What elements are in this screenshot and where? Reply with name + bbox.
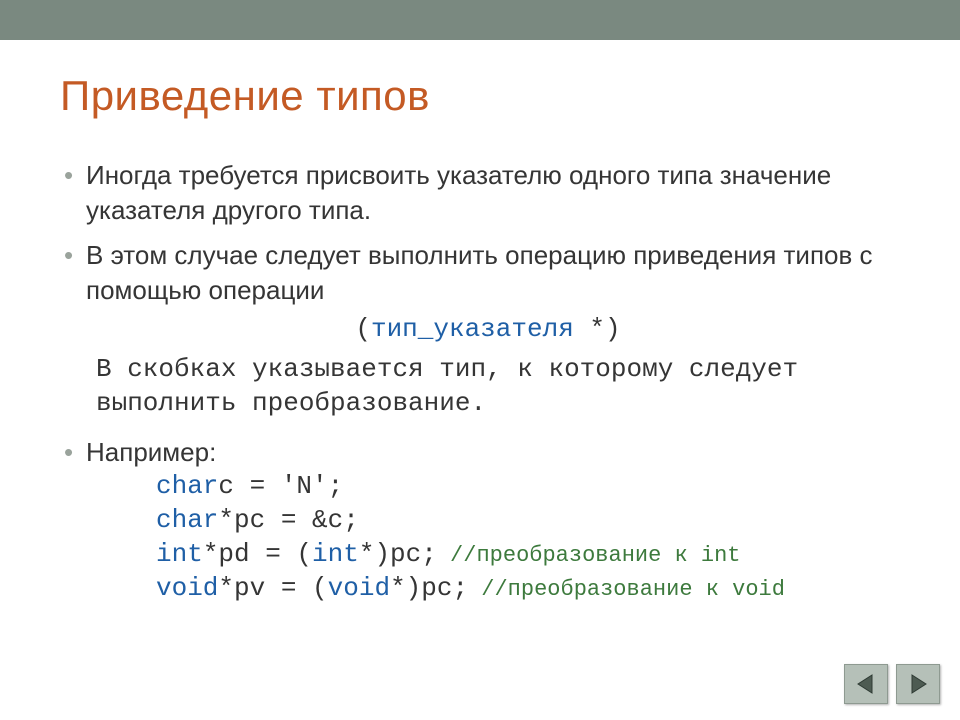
paren-open: ( (355, 314, 371, 344)
code-l4-rest: *)pc; (390, 573, 468, 603)
code-line-4: void*pv = (void*)pc; //преобразование к … (156, 572, 890, 606)
kw-char-2: char (156, 505, 218, 535)
slide: Приведение типов Иногда требуется присво… (0, 0, 960, 720)
code-l4-comment: //преобразование к void (468, 577, 785, 602)
bullet-3: Например: charc = 'N'; char*pc = &c; int… (60, 435, 890, 605)
kw-char-1: char (156, 471, 218, 501)
kw-int-1: int (156, 539, 203, 569)
code-l3-rest: *)pc; (359, 539, 437, 569)
code-l2-rest: *pc = &c; (218, 505, 358, 535)
bullet-3-text: Например: (86, 437, 216, 467)
top-bar (0, 0, 960, 40)
code-line-2: char*pc = &c; (156, 504, 890, 538)
cast-rest: *) (574, 314, 621, 344)
slide-body: Иногда требуется присвоить указателю одн… (60, 158, 890, 615)
code-l3-comment: //преобразование к int (437, 543, 741, 568)
prev-button[interactable] (844, 664, 888, 704)
cast-note: В скобках указывается тип, к которому сл… (86, 353, 890, 421)
kw-int-2: int (312, 539, 359, 569)
code-l4-mid: *pv = ( (218, 573, 327, 603)
bullet-2: В этом случае следует выполнить операцию… (60, 238, 890, 421)
code-line-3: int*pd = (int*)pc; //преобразование к in… (156, 538, 890, 572)
next-button[interactable] (896, 664, 940, 704)
bullet-list: Иногда требуется присвоить указателю одн… (60, 158, 890, 605)
kw-void-1: void (156, 573, 218, 603)
cast-keyword: тип_указателя (371, 314, 574, 344)
navigation (844, 664, 940, 704)
slide-title: Приведение типов (60, 72, 430, 120)
arrow-right-icon (906, 672, 930, 696)
code-l3-mid: *pd = ( (203, 539, 312, 569)
arrow-left-icon (854, 672, 878, 696)
code-l1-rest: c = 'N'; (218, 471, 343, 501)
bullet-1-text: Иногда требуется присвоить указателю одн… (86, 160, 831, 225)
cast-expression: (тип_указателя *) (86, 312, 890, 347)
code-block: charc = 'N'; char*pc = &c; int*pd = (int… (86, 470, 890, 605)
bullet-1: Иногда требуется присвоить указателю одн… (60, 158, 890, 228)
bullet-2-text: В этом случае следует выполнить операцию… (86, 240, 873, 305)
kw-void-2: void (328, 573, 390, 603)
code-line-1: charc = 'N'; (156, 470, 890, 504)
